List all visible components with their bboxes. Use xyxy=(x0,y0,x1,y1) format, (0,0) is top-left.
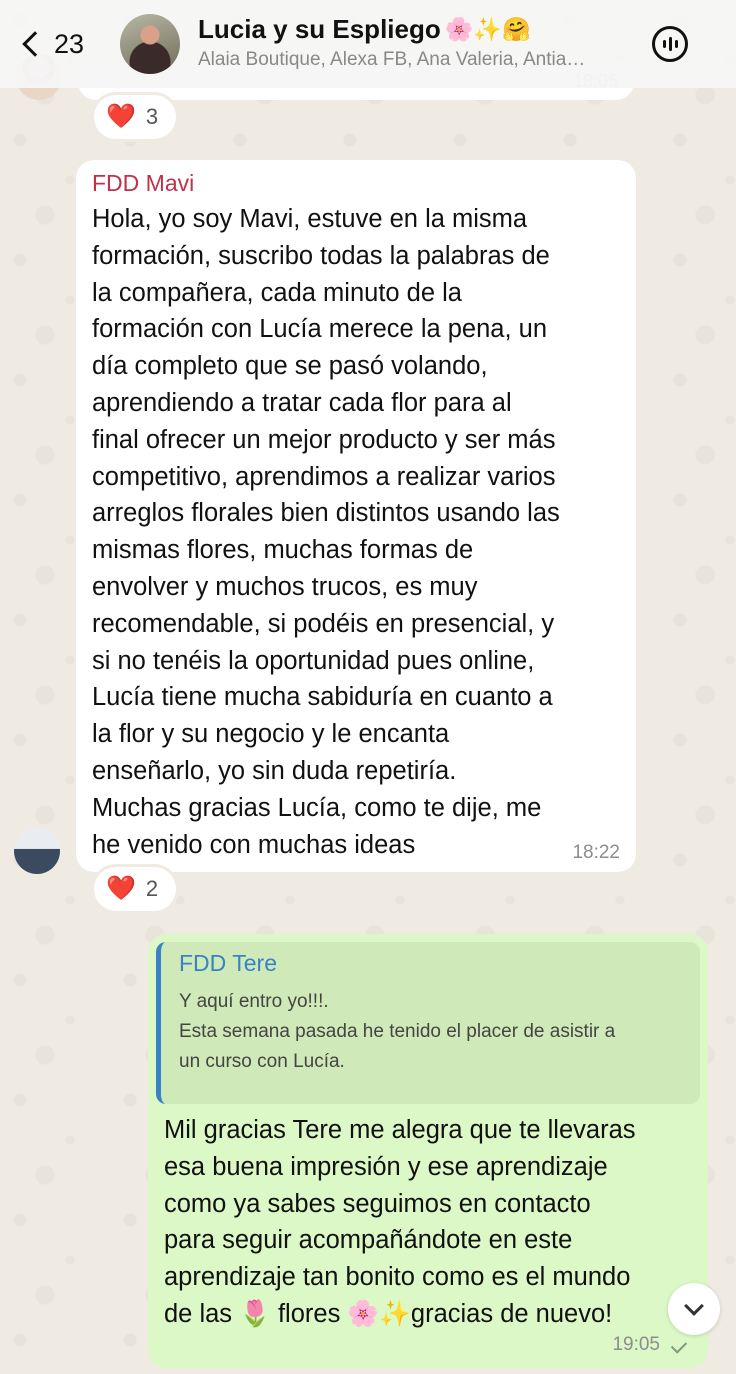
chat-header: 23 Lucia y su Espliego 🌸✨🤗 Alaia Boutiqu… xyxy=(0,0,736,88)
reaction-count: 3 xyxy=(145,104,159,129)
scroll-to-bottom-button[interactable] xyxy=(668,1283,720,1335)
quoted-text: Y aquí entro yo!!!. Esta semana pasada h… xyxy=(179,991,616,1072)
message-text: Mil gracias Tere me alegra que te llevar… xyxy=(164,1116,636,1328)
quoted-sender-name: FDD Tere xyxy=(179,950,277,976)
unread-count: 23 xyxy=(54,28,85,59)
incoming-message-bubble[interactable]: FDD Mavi Hola, yo soy Mavi, estuve en la… xyxy=(76,160,636,872)
sender-avatar[interactable] xyxy=(14,828,60,874)
read-check-icon xyxy=(670,1337,688,1354)
back-button[interactable]: 23 xyxy=(18,22,84,66)
message-text: Hola, yo soy Mavi, estuve en la misma fo… xyxy=(92,205,560,859)
title-emojis: 🌸✨🤗 xyxy=(444,16,531,42)
reaction-count: 2 xyxy=(145,876,159,901)
message-time: 19:05 xyxy=(612,1334,660,1355)
chat-title: Lucia y su Espliego xyxy=(198,14,441,44)
reaction-badge[interactable]: ❤️ 3 xyxy=(94,95,176,139)
scroll-down-chevron-icon xyxy=(684,1296,704,1316)
outgoing-message-bubble[interactable]: FDD Tere Y aquí entro yo!!!. Esta semana… xyxy=(148,934,708,1368)
reaction-badge[interactable]: ❤️ 2 xyxy=(94,867,176,911)
back-chevron-icon xyxy=(22,31,48,57)
group-avatar[interactable] xyxy=(120,14,180,74)
voice-chat-icon[interactable] xyxy=(652,26,688,62)
quoted-message[interactable]: FDD Tere Y aquí entro yo!!!. Esta semana… xyxy=(156,942,700,1104)
heart-icon: ❤️ xyxy=(106,103,136,130)
chat-members[interactable]: Alaia Boutique, Alexa FB, Ana Valeria, A… xyxy=(198,49,628,71)
message-time: 18:22 xyxy=(572,842,620,863)
heart-icon: ❤️ xyxy=(106,875,136,902)
chat-title-row[interactable]: Lucia y su Espliego 🌸✨🤗 xyxy=(198,14,531,45)
sender-name[interactable]: FDD Mavi xyxy=(92,170,620,197)
